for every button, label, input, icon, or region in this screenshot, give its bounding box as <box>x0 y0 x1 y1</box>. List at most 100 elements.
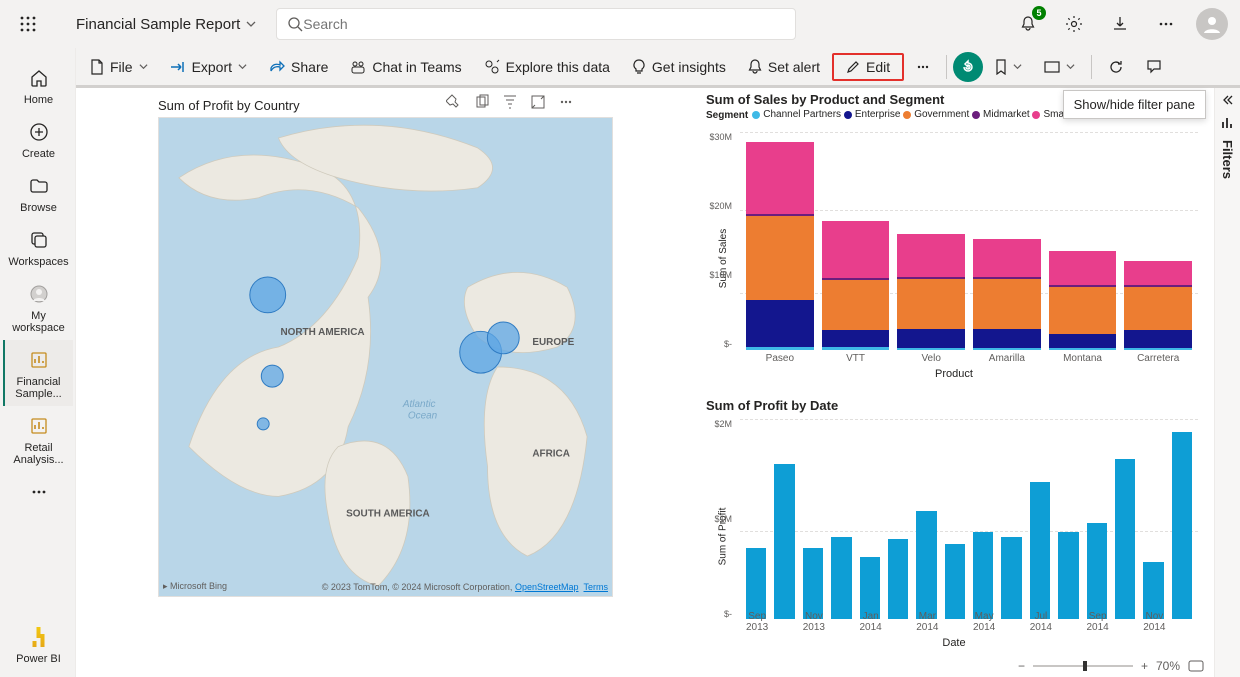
bar[interactable] <box>822 132 890 350</box>
nav-overflow[interactable] <box>3 472 73 512</box>
chart2-visual[interactable]: Sum of Profit $2M$1M$- Sep 2013Nov 2013J… <box>706 415 1202 647</box>
ellipsis-icon <box>1157 15 1175 33</box>
report-title-dropdown[interactable]: Financial Sample Report <box>48 16 272 33</box>
nav-powerbi-brand[interactable]: Power BI <box>3 617 73 677</box>
legend-item[interactable]: Government <box>903 109 969 120</box>
bookmark-menu[interactable] <box>985 55 1032 79</box>
legend-item[interactable]: Channel Partners <box>752 109 841 120</box>
bar[interactable] <box>973 419 993 619</box>
nav-home[interactable]: Home <box>3 58 73 112</box>
rb-label: Set alert <box>768 59 820 75</box>
copy-icon[interactable] <box>474 94 490 110</box>
x-axis-labels: Sep 2013Nov 2013Jan 2014Mar 2014May 2014… <box>740 611 1198 633</box>
svg-text:NORTH AMERICA: NORTH AMERICA <box>280 327 364 338</box>
comment-icon <box>1146 59 1162 75</box>
visual-toolbar <box>446 94 574 110</box>
svg-text:Ocean: Ocean <box>408 411 438 422</box>
bell-icon <box>748 59 762 75</box>
comment-button[interactable] <box>1136 55 1172 79</box>
explore-icon <box>484 59 500 75</box>
bar[interactable] <box>746 132 814 350</box>
bar[interactable] <box>945 419 965 619</box>
ribbon: File Export Share Chat in Teams Explore … <box>76 48 1240 88</box>
ribbon-more[interactable] <box>906 56 940 78</box>
ellipsis-icon[interactable] <box>558 94 574 110</box>
search-box[interactable] <box>276 8 796 40</box>
report-body: Sum of Profit by Country NORTH AMERICA S… <box>76 88 1214 677</box>
settings-button[interactable] <box>1058 8 1090 40</box>
bar[interactable] <box>1172 419 1192 619</box>
zoom-in[interactable]: + <box>1141 659 1148 673</box>
bar[interactable] <box>1143 419 1163 619</box>
bar[interactable] <box>916 419 936 619</box>
bar[interactable] <box>831 419 851 619</box>
legend-item[interactable]: Midmarket <box>972 109 1030 120</box>
filters-pane[interactable]: Filters <box>1214 88 1240 677</box>
search-input[interactable] <box>303 16 785 32</box>
bar[interactable] <box>1087 419 1107 619</box>
ellipsis-icon <box>29 482 49 502</box>
map-visual[interactable]: NORTH AMERICA SOUTH AMERICA EUROPE AFRIC… <box>158 117 613 597</box>
chart1-visual[interactable]: Sum of Sales $30M$20M$10M$- PaseoVTTVelo… <box>706 128 1202 378</box>
map-attribution-right: © 2023 TomTom, © 2024 Microsoft Corporat… <box>322 582 608 592</box>
left-nav: Home Create Browse Workspaces My workspa… <box>0 48 76 677</box>
report-icon <box>29 416 49 436</box>
zoom-out[interactable]: − <box>1018 659 1025 673</box>
bar[interactable] <box>803 419 823 619</box>
bar[interactable] <box>860 419 880 619</box>
person-icon <box>1201 13 1223 35</box>
main-area: File Export Share Chat in Teams Explore … <box>76 48 1240 677</box>
bar[interactable] <box>973 132 1041 350</box>
chat-teams-button[interactable]: Chat in Teams <box>340 55 471 79</box>
refresh-button[interactable] <box>1098 55 1134 79</box>
edit-button[interactable]: Edit <box>832 53 904 81</box>
pin-icon[interactable] <box>446 94 462 110</box>
user-avatar[interactable] <box>1196 8 1228 40</box>
insights-button[interactable]: Get insights <box>622 55 736 79</box>
zoom-slider[interactable] <box>1033 665 1133 667</box>
bar[interactable] <box>888 419 908 619</box>
home-icon <box>29 68 49 88</box>
more-button[interactable] <box>1150 8 1182 40</box>
bar[interactable] <box>1030 419 1050 619</box>
bar[interactable] <box>1049 132 1117 350</box>
nav-workspaces[interactable]: Workspaces <box>3 220 73 274</box>
share-button[interactable]: Share <box>259 55 338 79</box>
notifications-button[interactable]: 5 <box>1012 8 1044 40</box>
fit-page-icon[interactable] <box>1188 660 1204 672</box>
bar[interactable] <box>1115 419 1135 619</box>
view-menu[interactable] <box>1034 57 1085 77</box>
nav-label: Home <box>24 94 53 106</box>
explore-button[interactable]: Explore this data <box>474 55 620 79</box>
rb-label: Export <box>192 59 232 75</box>
export-menu[interactable]: Export <box>160 55 257 79</box>
file-menu[interactable]: File <box>80 55 158 79</box>
chevron-left-double-icon[interactable] <box>1222 94 1234 106</box>
app-launcher-icon[interactable] <box>12 8 44 40</box>
bar[interactable] <box>1001 419 1021 619</box>
nav-retail-analysis[interactable]: Retail Analysis... <box>3 406 73 472</box>
bar[interactable] <box>774 419 794 619</box>
download-button[interactable] <box>1104 8 1136 40</box>
nav-label: Create <box>22 148 55 160</box>
bar[interactable] <box>1124 132 1192 350</box>
notification-badge: 5 <box>1032 6 1046 20</box>
nav-my-workspace[interactable]: My workspace <box>3 274 73 340</box>
filter-icon[interactable] <box>502 94 518 110</box>
bar[interactable] <box>897 132 965 350</box>
nav-label: Browse <box>20 202 57 214</box>
chart-icon[interactable] <box>1221 116 1235 130</box>
focus-icon[interactable] <box>530 94 546 110</box>
nav-browse[interactable]: Browse <box>3 166 73 220</box>
bar[interactable] <box>746 419 766 619</box>
alert-button[interactable]: Set alert <box>738 55 830 79</box>
filter-pane-tooltip: Show/hide filter pane <box>1063 90 1206 119</box>
nav-label: My workspace <box>5 310 73 334</box>
nav-financial-sample[interactable]: Financial Sample... <box>3 340 73 406</box>
svg-text:EUROPE: EUROPE <box>532 337 574 348</box>
nav-create[interactable]: Create <box>3 112 73 166</box>
legend-item[interactable]: Enterprise <box>844 109 901 120</box>
export-icon <box>170 60 186 74</box>
bar[interactable] <box>1058 419 1078 619</box>
reset-button[interactable] <box>953 52 983 82</box>
